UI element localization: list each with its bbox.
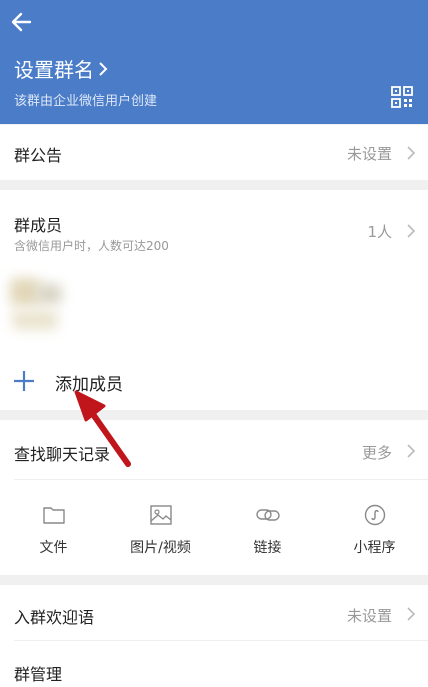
group-subtitle: 该群由企业微信用户创建 [14,94,158,109]
group-notice-label: 群公告 [14,146,63,165]
chevron-right-icon [407,444,416,458]
group-notice-row[interactable]: 群公告 未设置 [0,125,428,180]
add-member-label[interactable]: 添加成员 [55,370,123,395]
plus-icon[interactable] [12,369,36,393]
shortcut-links-label: 链接 [253,540,282,556]
chat-history-section: 查找聊天记录 更多 文件 图片/视频 链接 小程序 [0,420,428,575]
image-icon [149,505,172,525]
chevron-right-icon [407,224,416,238]
group-management-row[interactable]: 群管理 [0,641,428,687]
group-name-row[interactable]: 设置群名 [14,54,108,83]
group-members-count: 1人 [367,223,392,241]
chevron-right-icon [407,146,416,160]
group-members-label: 群成员 [14,216,63,235]
shortcut-files[interactable]: 文件 [0,480,107,575]
group-notice-value: 未设置 [346,145,392,163]
group-members-hint: 含微信用户时，人数可达200 [14,239,169,253]
welcome-message-label: 入群欢迎语 [14,608,95,627]
shortcut-mini-programs[interactable]: 小程序 [321,480,428,575]
find-chat-history-row[interactable]: 查找聊天记录 更多 [0,420,428,479]
link-icon [255,509,280,521]
qr-code-icon[interactable] [391,86,413,108]
find-chat-history-label: 查找聊天记录 [14,445,111,464]
settings-section: 入群欢迎语 未设置 群管理 [0,585,428,687]
welcome-message-value: 未设置 [346,607,392,625]
shortcut-files-label: 文件 [39,540,68,556]
avatar[interactable] [8,270,68,340]
shortcut-images-videos[interactable]: 图片/视频 [107,480,214,575]
group-members-row[interactable]: 群成员 含微信用户时，人数可达200 1人 [0,190,428,260]
group-management-label: 群管理 [14,665,63,684]
more-label: 更多 [361,444,392,462]
chevron-right-icon [407,607,416,621]
shortcut-links[interactable]: 链接 [214,480,321,575]
chevron-right-icon [99,61,108,76]
header-bar: 设置群名 该群由企业微信用户创建 [0,0,428,124]
folder-icon [42,507,65,524]
back-arrow-icon[interactable] [8,8,36,36]
welcome-message-row[interactable]: 入群欢迎语 未设置 [0,585,428,640]
chat-history-shortcuts: 文件 图片/视频 链接 小程序 [0,480,428,575]
group-name-title[interactable]: 设置群名 [14,54,94,83]
mini-program-icon [364,504,385,526]
add-member-row[interactable]: 添加成员 [0,355,428,410]
group-members-section: 群成员 含微信用户时，人数可达200 1人 添加成员 [0,190,428,410]
shortcut-images-videos-label: 图片/视频 [130,540,191,556]
shortcut-mini-programs-label: 小程序 [353,540,396,556]
